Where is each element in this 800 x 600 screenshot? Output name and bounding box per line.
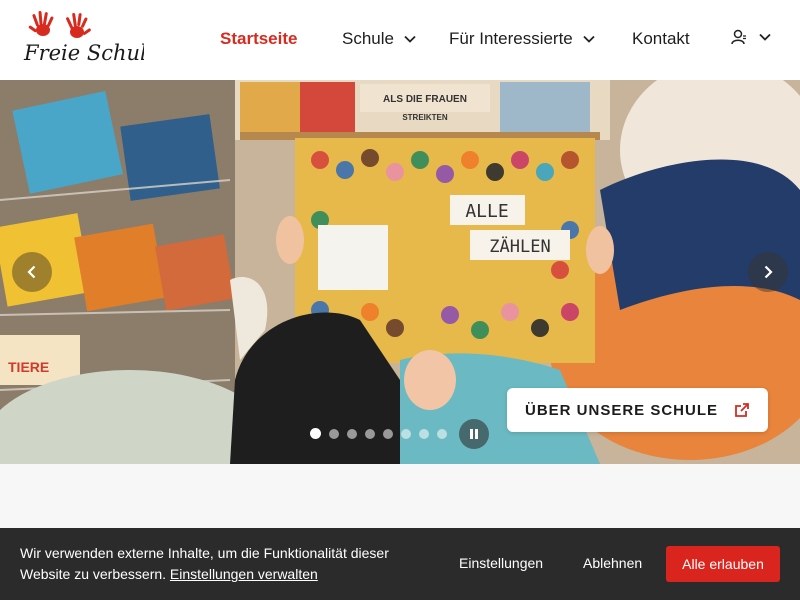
decline-button[interactable]: Ablehnen bbox=[583, 555, 642, 571]
nav-schule[interactable]: Schule bbox=[342, 28, 417, 50]
manage-settings-link[interactable]: Einstellungen verwalten bbox=[170, 566, 318, 582]
nav-kontakt-label: Kontakt bbox=[632, 29, 690, 48]
slide-dot-8[interactable] bbox=[437, 428, 447, 439]
slider-prev-button[interactable] bbox=[12, 252, 52, 292]
slide-dot-3[interactable] bbox=[347, 428, 357, 439]
svg-text:ALS DIE FRAUEN: ALS DIE FRAUEN bbox=[383, 94, 467, 105]
cookie-text: Wir verwenden externe Inhalte, um die Fu… bbox=[20, 543, 410, 585]
hero-slider: ALS DIE FRAUEN STREIKTEN TIERE ALLE ZÄHL… bbox=[0, 80, 800, 464]
chevron-right-icon bbox=[764, 265, 773, 279]
slider-pagination bbox=[310, 428, 447, 439]
svg-text:TIERE: TIERE bbox=[8, 359, 49, 375]
slide-dot-1[interactable] bbox=[310, 428, 321, 439]
nav-kontakt[interactable]: Kontakt bbox=[632, 28, 690, 50]
site-header: Freie Schule Startseite Schule Für Inter… bbox=[0, 0, 800, 80]
slide-dot-5[interactable] bbox=[383, 428, 393, 439]
svg-text:STREIKTEN: STREIKTEN bbox=[402, 113, 448, 122]
user-menu-button[interactable] bbox=[730, 28, 772, 46]
pause-icon bbox=[470, 429, 478, 439]
slide-dot-2[interactable] bbox=[329, 428, 339, 439]
freie-schule-logo: Freie Schule bbox=[23, 10, 159, 65]
nav-startseite-label: Startseite bbox=[220, 29, 298, 48]
chevron-down-icon bbox=[583, 35, 595, 43]
external-link-icon bbox=[735, 403, 749, 417]
user-icon bbox=[731, 29, 746, 45]
cta-label: ÜBER UNSERE SCHULE bbox=[524, 401, 719, 419]
chevron-down-icon bbox=[759, 33, 771, 41]
slide-dot-7[interactable] bbox=[419, 428, 429, 439]
red-hand-right-icon bbox=[66, 12, 91, 38]
settings-button[interactable]: Einstellungen bbox=[459, 555, 543, 571]
slide-dot-4[interactable] bbox=[365, 428, 375, 439]
chevron-left-icon bbox=[27, 265, 36, 279]
ueber-unsere-schule-button[interactable]: ÜBER UNSERE SCHULE bbox=[507, 388, 768, 432]
nav-fuer-interessierte-label: Für Interessierte bbox=[449, 29, 573, 48]
svg-text:Freie Schule: Freie Schule bbox=[23, 41, 144, 65]
cookie-banner: Wir verwenden externe Inhalte, um die Fu… bbox=[0, 528, 800, 600]
accept-all-button[interactable]: Alle erlauben bbox=[666, 546, 780, 582]
svg-text:ZÄHLEN: ZÄHLEN bbox=[489, 236, 550, 257]
nav-startseite[interactable]: Startseite bbox=[220, 28, 297, 50]
red-hand-left-icon bbox=[28, 10, 54, 36]
chevron-down-icon bbox=[404, 35, 416, 43]
slider-next-button[interactable] bbox=[748, 252, 788, 292]
nav-fuer-interessierte[interactable]: Für Interessierte bbox=[449, 28, 596, 50]
slider-pause-button[interactable] bbox=[459, 419, 489, 449]
nav-schule-label: Schule bbox=[342, 29, 394, 48]
svg-text:ALLE: ALLE bbox=[465, 201, 508, 222]
site-logo[interactable]: Freie Schule bbox=[22, 8, 159, 72]
slide-dot-6[interactable] bbox=[401, 428, 411, 439]
